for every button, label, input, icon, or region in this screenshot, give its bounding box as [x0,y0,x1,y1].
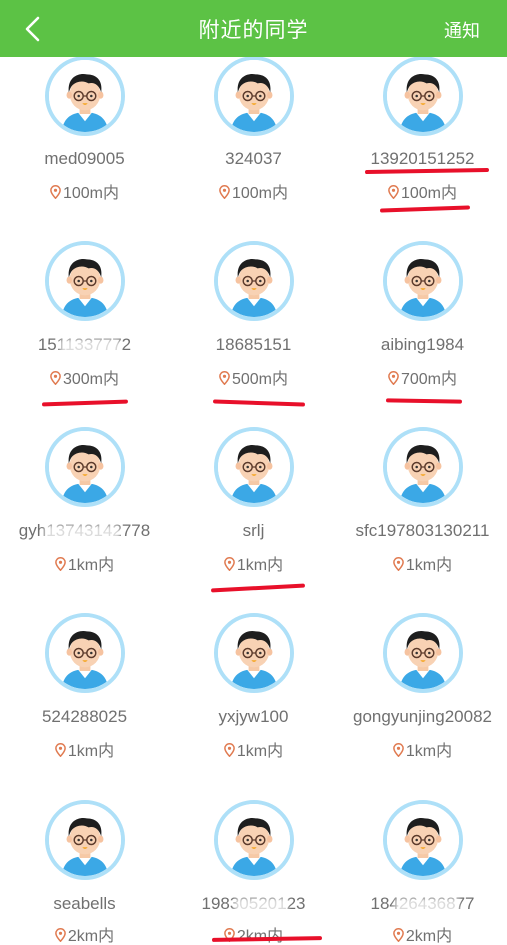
location-pin-icon [55,557,66,576]
top-bar: 附近的同学 通知 [0,0,507,57]
distance-label: 2km内 [0,922,169,945]
location-pin-icon [224,928,235,945]
user-card[interactable]: sfc197803130211 1km内 [338,427,507,614]
user-card[interactable]: med09005 100m内 [0,56,169,243]
distance-label: 500m内 [169,365,338,390]
user-name: sfc197803130211 [355,521,490,540]
user-card[interactable]: 18426436877 2km内 [338,800,507,945]
user-name: seabells [53,894,116,913]
chevron-left-icon [25,16,40,42]
back-button[interactable] [18,14,48,44]
user-card[interactable]: 324037 100m内 [169,56,338,243]
user-name: yxjyw100 [218,707,289,726]
user-name: 13920151252 [370,149,475,168]
avatar-icon [45,427,125,507]
avatar-icon [383,427,463,507]
avatar-icon [383,613,463,693]
redaction-smudge [395,898,459,914]
avatar-icon [214,241,294,321]
avatar-icon [383,800,463,880]
distance-label: 1km内 [169,737,338,762]
location-pin-icon [224,557,235,576]
location-pin-icon [388,371,399,390]
distance-label: 300m内 [0,365,169,390]
nearby-classmates-grid: med09005 100m内 324037 100m内 13920151252 … [0,0,507,945]
location-pin-icon [388,185,399,204]
distance-label: 100m内 [338,179,507,204]
distance-label: 1km内 [338,551,507,576]
distance-label: 1km内 [338,737,507,762]
avatar-icon [45,800,125,880]
distance-label: 2km内 [169,922,338,945]
avatar-icon [383,56,463,136]
location-pin-icon [219,185,230,204]
user-card[interactable]: 19830520123 2km内 [169,800,338,945]
location-pin-icon [55,743,66,762]
redaction-smudge [44,525,120,541]
distance-label: 700m内 [338,365,507,390]
user-name: med09005 [44,149,125,168]
user-card[interactable]: 13920151252 100m内 [338,56,507,243]
user-name: gongyunjing20082 [353,707,492,726]
user-name: aibing1984 [380,335,465,354]
user-card[interactable]: gyh13743142778 1km内 [0,427,169,614]
avatar-icon [383,241,463,321]
distance-label: 1km内 [0,737,169,762]
location-pin-icon [393,743,404,762]
user-name: 524288025 [41,707,128,726]
location-pin-icon [55,928,66,945]
avatar-icon [45,56,125,136]
avatar-icon [214,56,294,136]
distance-label: 2km内 [338,922,507,945]
avatar-icon [214,613,294,693]
notice-button[interactable]: 通知 [444,17,480,43]
avatar-icon [214,427,294,507]
avatar-icon [45,241,125,321]
location-pin-icon [224,743,235,762]
location-pin-icon [50,371,61,390]
page-title: 附近的同学 [198,18,309,42]
distance-label: 1km内 [0,551,169,576]
user-card[interactable]: gongyunjing20082 1km内 [338,613,507,800]
user-name: 18685151 [215,335,292,354]
distance-label: 100m内 [0,179,169,204]
redaction-smudge [234,898,288,914]
location-pin-icon [219,371,230,390]
user-name: 324037 [225,149,282,168]
user-name: srlj [242,521,265,540]
location-pin-icon [393,557,404,576]
avatar-icon [214,800,294,880]
redaction-smudge [60,339,120,355]
location-pin-icon [50,185,61,204]
distance-label: 1km内 [169,551,338,576]
user-card[interactable]: 524288025 1km内 [0,613,169,800]
location-pin-icon [393,928,404,945]
avatar-icon [45,613,125,693]
distance-label: 100m内 [169,179,338,204]
user-card[interactable]: yxjyw100 1km内 [169,613,338,800]
user-card[interactable]: 1511337772 300m内 [0,241,169,428]
user-card[interactable]: seabells 2km内 [0,800,169,945]
